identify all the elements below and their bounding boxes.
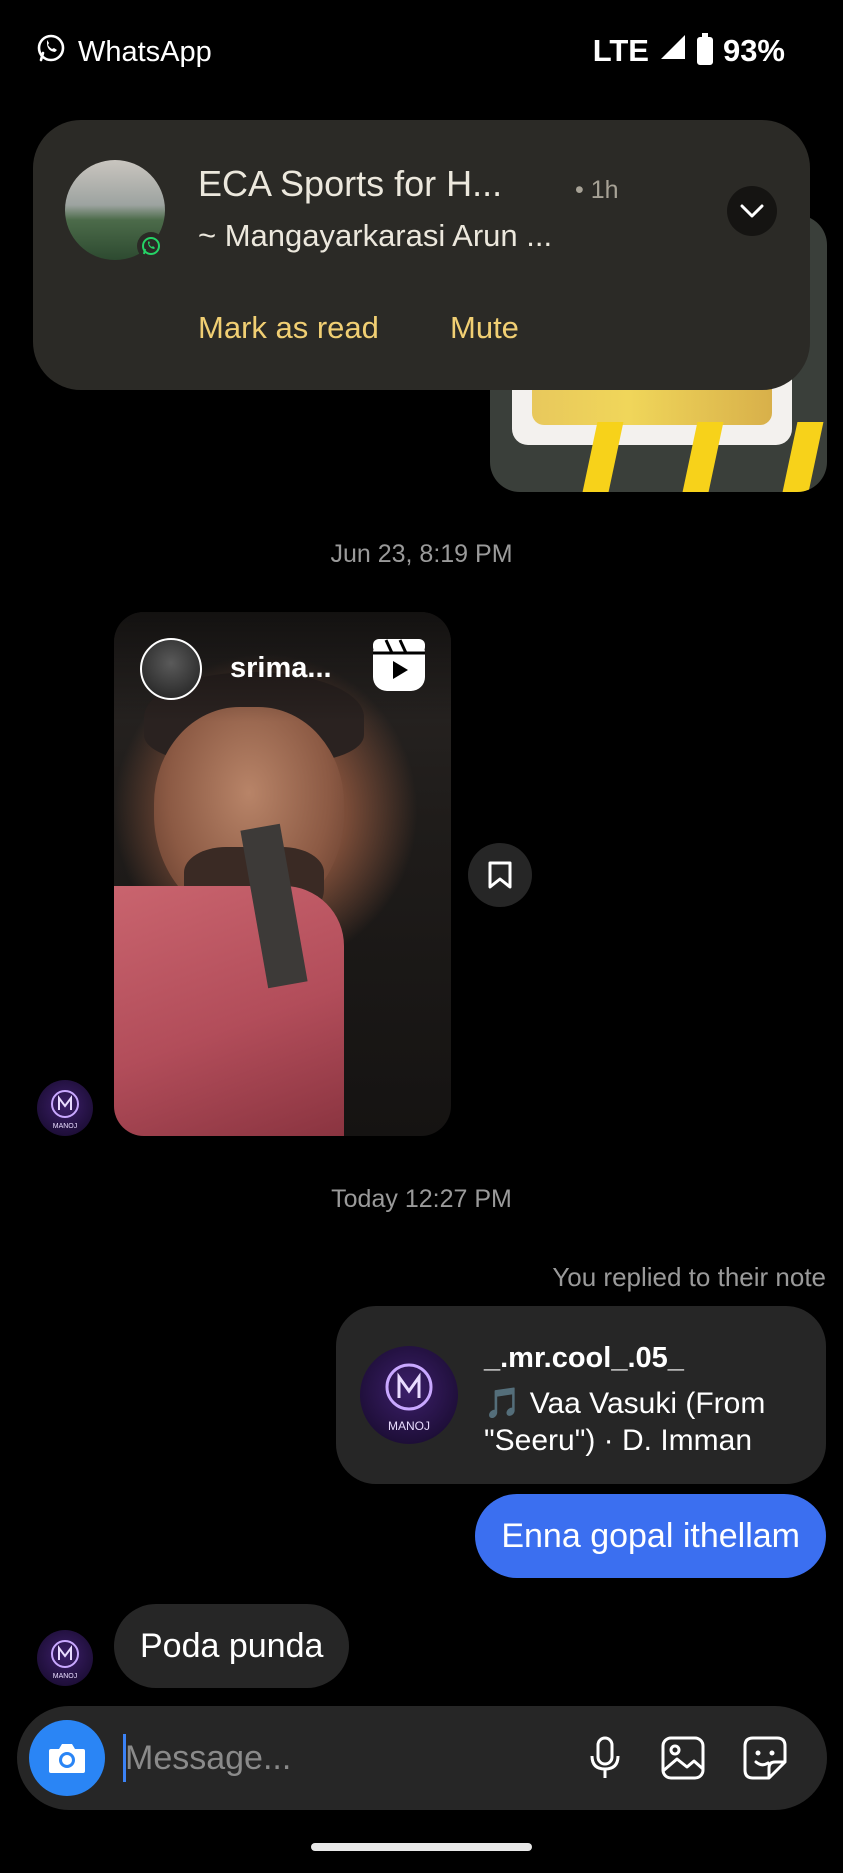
message-composer <box>17 1706 827 1810</box>
svg-text:MANOJ: MANOJ <box>388 1419 430 1433</box>
sent-message-bubble[interactable]: Enna gopal ithellam <box>475 1494 826 1578</box>
battery-icon <box>696 33 713 65</box>
chat-timestamp-today: Today 12:27 PM <box>331 1185 512 1213</box>
reel-author-avatar[interactable] <box>140 638 202 700</box>
status-bar-left: WhatsApp <box>36 33 212 71</box>
microphone-icon <box>590 1736 620 1778</box>
reel-username[interactable]: srima... <box>230 652 332 685</box>
manoj-logo-icon: MANOJ <box>385 1363 433 1433</box>
image-icon <box>661 1736 705 1780</box>
notification-sender: ~ Mangayarkarasi Arun ... <box>198 218 553 253</box>
sticker-icon <box>743 1736 787 1780</box>
reels-icon <box>370 636 428 694</box>
whatsapp-badge-icon <box>137 232 165 260</box>
chat-timestamp: Jun 23, 8:19 PM <box>330 540 513 568</box>
replied-note-card[interactable]: MANOJ _.mr.cool_.05_ 🎵 Vaa Vasuki (From … <box>336 1306 826 1484</box>
shared-reel[interactable]: srima... <box>114 612 451 1136</box>
note-song-line-2: "Seeru") · D. Imman <box>484 1424 753 1457</box>
note-song-line-1: 🎵 Vaa Vasuki (From <box>484 1387 766 1420</box>
signal-icon <box>659 33 687 69</box>
save-button[interactable] <box>468 843 532 907</box>
whatsapp-icon <box>36 33 66 71</box>
sticker-button[interactable] <box>741 1734 789 1782</box>
camera-icon <box>49 1744 85 1773</box>
avatar[interactable]: MANOJ <box>37 1630 93 1686</box>
status-bar-right: LTE 93% <box>593 33 785 69</box>
mute-button[interactable]: Mute <box>450 310 519 346</box>
mark-as-read-button[interactable]: Mark as read <box>198 310 379 346</box>
note-username: _.mr.cool_.05_ <box>484 1342 684 1374</box>
notification-card[interactable]: ECA Sports for H... • 1h ~ Mangayarkaras… <box>33 120 810 390</box>
notification-time: • 1h <box>575 176 619 204</box>
camera-button[interactable] <box>29 1720 105 1796</box>
status-bar: WhatsApp LTE 93% <box>0 0 843 104</box>
svg-text:MANOJ: MANOJ <box>53 1123 78 1130</box>
notification-title: ECA Sports for H... <box>198 163 503 204</box>
note-avatar: MANOJ <box>360 1346 458 1444</box>
network-type: LTE <box>592 33 649 68</box>
manoj-logo-icon: MANOJ <box>51 1640 79 1680</box>
received-message-bubble[interactable]: Poda punda <box>114 1604 350 1688</box>
gallery-button[interactable] <box>659 1734 707 1782</box>
expand-button[interactable] <box>727 186 777 236</box>
battery-level: 93% <box>722 33 785 68</box>
microphone-button[interactable] <box>581 1734 629 1782</box>
reply-context-label: You replied to their note <box>552 1262 826 1292</box>
bookmark-icon <box>488 861 512 889</box>
home-indicator[interactable] <box>311 1843 532 1851</box>
avatar[interactable]: MANOJ <box>37 1080 93 1136</box>
chevron-down-icon <box>740 204 764 218</box>
manoj-logo-icon: MANOJ <box>51 1090 79 1130</box>
svg-text:MANOJ: MANOJ <box>53 1673 78 1680</box>
message-input[interactable] <box>125 1728 575 1788</box>
notification-app-name: WhatsApp <box>78 35 212 68</box>
